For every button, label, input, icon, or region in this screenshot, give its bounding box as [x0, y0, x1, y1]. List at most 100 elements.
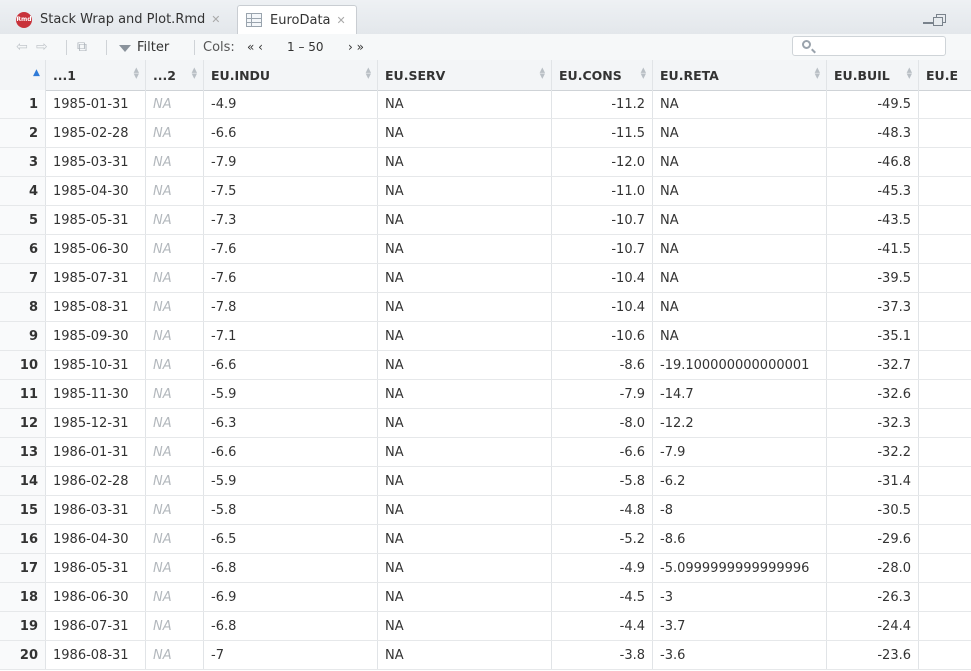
filter-button[interactable]: Filter: [119, 34, 169, 60]
sort-icon: ▲ ▼: [640, 66, 646, 80]
cols-next-button[interactable]: › »: [348, 34, 364, 60]
back-button[interactable]: ⇦: [16, 34, 28, 60]
cell-date: 1986-03-31: [46, 496, 146, 524]
data-grid-icon: [246, 13, 262, 27]
column-header-eu-e[interactable]: EU.E: [919, 60, 971, 90]
table-row[interactable]: 4 1985-04-30 NA -7.5 NA -11.0 NA -45.3: [0, 177, 971, 206]
column-header-eu-reta[interactable]: EU.RETA ▲ ▼: [653, 60, 827, 90]
tab-stack-wrap-rmd[interactable]: Rmd Stack Wrap and Plot.Rmd ✕: [8, 5, 235, 34]
cell-eu-reta: -19.100000000000001: [653, 351, 827, 379]
cell-eu-serv: NA: [378, 351, 552, 379]
cell-eu-indu: -6.9: [204, 583, 378, 611]
table-row[interactable]: 2 1985-02-28 NA -6.6 NA -11.5 NA -48.3: [0, 119, 971, 148]
tab-eurodata[interactable]: EuroData ✕: [237, 5, 357, 35]
cell-eu-cons: -4.4: [552, 612, 653, 640]
row-index: 15: [0, 496, 46, 524]
table-row[interactable]: 9 1985-09-30 NA -7.1 NA -10.6 NA -35.1: [0, 322, 971, 351]
table-row[interactable]: 20 1986-08-31 NA -7 NA -3.8 -3.6 -23.6: [0, 641, 971, 670]
cell-eu-indu: -6.6: [204, 438, 378, 466]
cell-eu-buil: -43.5: [827, 206, 919, 234]
row-index: 20: [0, 641, 46, 669]
table-row[interactable]: 11 1985-11-30 NA -5.9 NA -7.9 -14.7 -32.6: [0, 380, 971, 409]
sort-icon: ▲ ▼: [365, 66, 371, 80]
cell-eu-buil: -32.3: [827, 409, 919, 437]
sort-icon: ▲ ▼: [191, 66, 197, 80]
table-row[interactable]: 3 1985-03-31 NA -7.9 NA -12.0 NA -46.8: [0, 148, 971, 177]
table-row[interactable]: 8 1985-08-31 NA -7.8 NA -10.4 NA -37.3: [0, 293, 971, 322]
cell-eu-serv: NA: [378, 583, 552, 611]
table-header-row: ▲ ...1 ▲ ▼ ...2 ▲ ▼ EU.INDU ▲ ▼ EU.SERV ▲ ▼ …: [0, 60, 971, 91]
cell-eu-reta: NA: [653, 90, 827, 118]
table-row[interactable]: 16 1986-04-30 NA -6.5 NA -5.2 -8.6 -29.6: [0, 525, 971, 554]
cell-col2: NA: [146, 496, 204, 524]
table-row[interactable]: 13 1986-01-31 NA -6.6 NA -6.6 -7.9 -32.2: [0, 438, 971, 467]
cell-eu-serv: NA: [378, 467, 552, 495]
table-row[interactable]: 14 1986-02-28 NA -5.9 NA -5.8 -6.2 -31.4: [0, 467, 971, 496]
column-header-eu-serv[interactable]: EU.SERV ▲ ▼: [378, 60, 552, 90]
cell-eu-indu: -6.6: [204, 119, 378, 147]
cell-eu-indu: -6.6: [204, 351, 378, 379]
data-viewer-window: Rmd Stack Wrap and Plot.Rmd ✕ EuroData ✕…: [0, 0, 971, 671]
table-row[interactable]: 7 1985-07-31 NA -7.6 NA -10.4 NA -39.5: [0, 264, 971, 293]
cell-date: 1986-06-30: [46, 583, 146, 611]
cell-eu-buil: -39.5: [827, 264, 919, 292]
row-index: 1: [0, 90, 46, 118]
table-row[interactable]: 6 1985-06-30 NA -7.6 NA -10.7 NA -41.5: [0, 235, 971, 264]
forward-button[interactable]: ⇨: [36, 34, 48, 60]
column-header-2[interactable]: ...2 ▲ ▼: [146, 60, 204, 90]
cell-eu-indu: -6.5: [204, 525, 378, 553]
cell-eu-serv: NA: [378, 641, 552, 669]
cell-eu-buil: -37.3: [827, 293, 919, 321]
window-controls: [923, 12, 947, 28]
cell-eu-reta: NA: [653, 206, 827, 234]
cell-eu-reta: -12.2: [653, 409, 827, 437]
cell-date: 1986-04-30: [46, 525, 146, 553]
table-row[interactable]: 1 1985-01-31 NA -4.9 NA -11.2 NA -49.5: [0, 90, 971, 119]
column-header-index[interactable]: ▲: [0, 60, 46, 90]
filter-label: Filter: [137, 39, 170, 55]
cols-prev-button[interactable]: « ‹: [247, 34, 263, 60]
cell-eu-buil: -29.6: [827, 525, 919, 553]
cell-eu-e: [919, 90, 971, 118]
column-header-eu-buil[interactable]: EU.BUIL ▲ ▼: [827, 60, 919, 90]
popout-button[interactable]: ⧉: [77, 34, 87, 60]
table-row[interactable]: 17 1986-05-31 NA -6.8 NA -4.9 -5.0999999999999…: [0, 554, 971, 583]
cell-eu-e: [919, 351, 971, 379]
tab-bar: Rmd Stack Wrap and Plot.Rmd ✕ EuroData ✕: [0, 0, 971, 35]
cell-col2: NA: [146, 90, 204, 118]
close-icon[interactable]: ✕: [211, 13, 220, 26]
column-header-1[interactable]: ...1 ▲ ▼: [46, 60, 146, 90]
cell-date: 1985-10-31: [46, 351, 146, 379]
cell-col2: NA: [146, 583, 204, 611]
cell-eu-buil: -31.4: [827, 467, 919, 495]
cell-date: 1985-01-31: [46, 90, 146, 118]
table-row[interactable]: 5 1985-05-31 NA -7.3 NA -10.7 NA -43.5: [0, 206, 971, 235]
cell-eu-e: [919, 583, 971, 611]
cell-eu-serv: NA: [378, 206, 552, 234]
cell-eu-e: [919, 148, 971, 176]
table-row[interactable]: 18 1986-06-30 NA -6.9 NA -4.5 -3 -26.3: [0, 583, 971, 612]
cell-eu-reta: NA: [653, 235, 827, 263]
search-input[interactable]: [792, 36, 946, 56]
cell-eu-indu: -4.9: [204, 90, 378, 118]
cell-eu-buil: -26.3: [827, 583, 919, 611]
cell-eu-indu: -6.8: [204, 554, 378, 582]
popout-icon: ⧉: [77, 39, 87, 55]
maximize-icon[interactable]: [933, 17, 943, 26]
column-header-eu-cons[interactable]: EU.CONS ▲ ▼: [552, 60, 653, 90]
table-row[interactable]: 10 1985-10-31 NA -6.6 NA -8.6 -19.100000000000…: [0, 351, 971, 380]
close-icon[interactable]: ✕: [337, 14, 346, 27]
cell-eu-cons: -10.4: [552, 264, 653, 292]
table-row[interactable]: 15 1986-03-31 NA -5.8 NA -4.8 -8 -30.5: [0, 496, 971, 525]
row-index: 12: [0, 409, 46, 437]
cell-eu-buil: -35.1: [827, 322, 919, 350]
cell-eu-e: [919, 380, 971, 408]
table-row[interactable]: 19 1986-07-31 NA -6.8 NA -4.4 -3.7 -24.4: [0, 612, 971, 641]
cell-eu-cons: -4.5: [552, 583, 653, 611]
table-row[interactable]: 12 1985-12-31 NA -6.3 NA -8.0 -12.2 -32.3: [0, 409, 971, 438]
cell-col2: NA: [146, 380, 204, 408]
cell-col2: NA: [146, 467, 204, 495]
column-header-eu-indu[interactable]: EU.INDU ▲ ▼: [204, 60, 378, 90]
cell-col2: NA: [146, 293, 204, 321]
cell-eu-buil: -32.7: [827, 351, 919, 379]
